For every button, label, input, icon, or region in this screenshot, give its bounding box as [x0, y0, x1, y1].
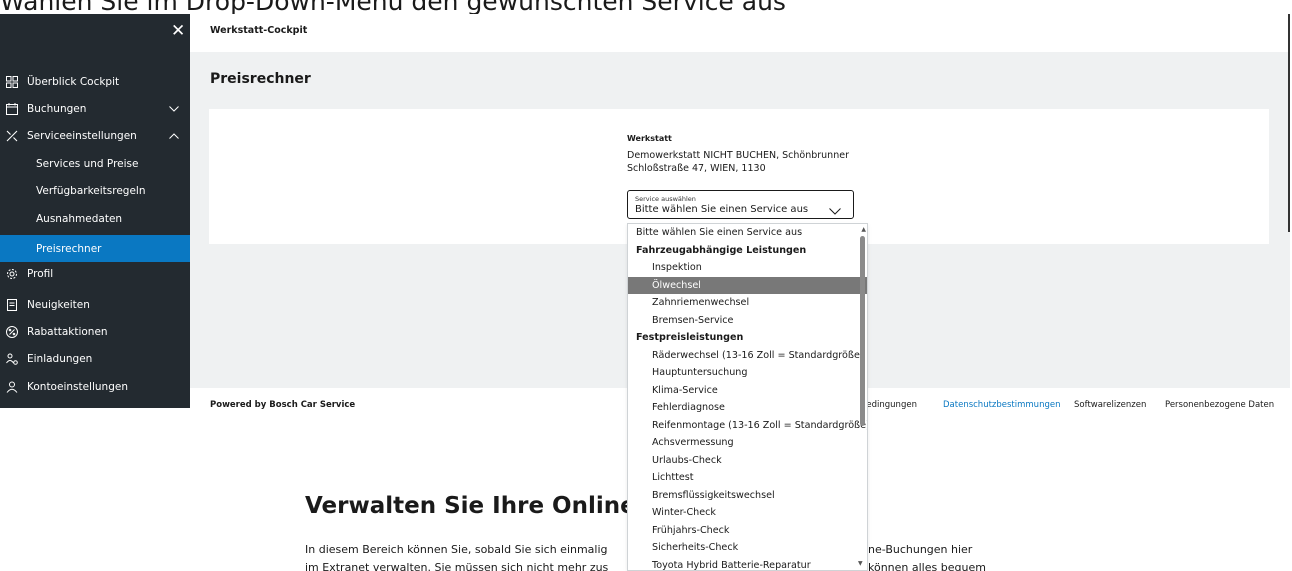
percent-icon	[5, 325, 19, 339]
calendar-icon	[5, 102, 19, 116]
paragraph-line: können alles bequem	[868, 561, 986, 571]
scroll-up-arrow-icon[interactable]: ▲	[861, 226, 866, 233]
dropdown-option[interactable]: Räderwechsel (13-16 Zoll = Standardgröße…	[628, 347, 867, 365]
sidebar-item-account-settings[interactable]: Kontoeinstellungen	[0, 373, 190, 400]
dropdown-option[interactable]: Fehlerdiagnose	[628, 399, 867, 417]
dropdown-group-fixed-price: Festpreisleistungen	[636, 332, 744, 343]
sidebar-item-invitations[interactable]: Einladungen	[0, 345, 190, 372]
user-icon	[5, 380, 19, 394]
chevron-up-icon	[829, 200, 841, 219]
close-icon[interactable]: ✕	[171, 21, 185, 41]
sidebar-item-news[interactable]: Neuigkeiten	[0, 291, 190, 318]
dropdown-option-selected[interactable]: Ölwechsel	[628, 276, 867, 294]
dropdown-option[interactable]: Hauptuntersuchung	[628, 364, 867, 382]
sidebar-item-label: Einladungen	[27, 352, 93, 365]
dropdown-option-placeholder[interactable]: Bitte wählen Sie einen Service aus	[628, 224, 867, 242]
app-title: Werkstatt-Cockpit	[210, 25, 308, 36]
sidebar-item-profile[interactable]: Profil	[0, 260, 190, 287]
sidebar-item-label: Serviceeinstellungen	[27, 129, 137, 142]
dropdown-option[interactable]: Winter-Check	[628, 504, 867, 522]
paragraph-line: ne-Buchungen hier	[868, 543, 973, 556]
sidebar-item-label: Buchungen	[27, 102, 87, 115]
dropdown-option[interactable]: Zahnriemenwechsel	[628, 294, 867, 312]
dropdown-option[interactable]: Sicherheits-Check	[628, 539, 867, 557]
invite-icon	[5, 352, 19, 366]
gear-icon	[5, 267, 19, 281]
sidebar-item-label: Neuigkeiten	[27, 298, 90, 311]
dropdown-option[interactable]: Achsvermessung	[628, 434, 867, 452]
paragraph-line: In diesem Bereich können Sie, sobald Sie…	[305, 543, 608, 556]
service-select[interactable]: Service auswählen Bitte wählen Sie einen…	[627, 190, 854, 219]
chevron-up-icon	[169, 130, 179, 142]
sidebar-item-label: Profil	[27, 267, 54, 280]
sidebar-item-bookings[interactable]: Buchungen	[0, 95, 190, 122]
sidebar-item-availability-rules[interactable]: Verfügbarkeitsregeln	[0, 177, 190, 204]
sidebar-item-label: Ausnahmedaten	[36, 212, 123, 225]
dropdown-option[interactable]: Frühjahrs-Check	[628, 522, 867, 540]
sidebar-item-label: Services und Preise	[36, 157, 139, 170]
dropdown-option[interactable]: Reifenmontage (13-16 Zoll = Standardgröß…	[628, 417, 867, 435]
personal-data-link[interactable]: Personenbezogene Daten	[1165, 400, 1274, 410]
sidebar-item-label: Kontoeinstellungen	[27, 380, 128, 393]
dropdown-option[interactable]: Inspektion	[628, 259, 867, 277]
sidebar-item-label: Preisrechner	[36, 242, 102, 255]
section-title: Verwalten Sie Ihre Online-	[305, 493, 646, 519]
sidebar-item-services-prices[interactable]: Services und Preise	[0, 150, 190, 177]
sidebar-item-exception-dates[interactable]: Ausnahmedaten	[0, 205, 190, 232]
page: Wählen Sie im Drop-Down-Menü den gewünsc…	[0, 0, 1292, 571]
service-select-value: Bitte wählen Sie einen Service aus	[635, 204, 809, 215]
workshop-label: Werkstatt	[627, 134, 672, 143]
service-dropdown-list[interactable]: Bitte wählen Sie einen Service aus Fahrz…	[627, 223, 868, 571]
scroll-down-arrow-icon[interactable]: ▼	[858, 560, 863, 567]
licenses-link[interactable]: Softwarelizenzen	[1074, 400, 1146, 410]
powered-by: Powered by Bosch Car Service	[210, 400, 356, 410]
document-icon	[5, 298, 19, 312]
tools-icon	[5, 129, 19, 143]
workshop-address: Demowerkstatt NICHT BUCHEN, Schönbrunner…	[627, 150, 849, 174]
terms-link[interactable]: bedingungen	[861, 400, 917, 410]
dropdown-scrollbar[interactable]	[860, 236, 865, 426]
sidebar-item-label: Rabattaktionen	[27, 325, 108, 338]
sidebar-item-service-settings[interactable]: Serviceeinstellungen	[0, 122, 190, 149]
sidebar-item-label: Überblick Cockpit	[27, 75, 120, 88]
dropdown-option[interactable]: Toyota Hybrid Batterie-Reparatur	[628, 557, 867, 571]
dropdown-option[interactable]: Klima-Service	[628, 382, 867, 400]
sidebar: ✕ Überblick Cockpit Buchungen Serviceein…	[0, 14, 190, 408]
dropdown-group-vehicle: Fahrzeugabhängige Leistungen	[636, 244, 807, 256]
page-title: Preisrechner	[210, 71, 311, 87]
sidebar-item-overview[interactable]: Überblick Cockpit	[0, 68, 190, 95]
service-select-label: Service auswählen	[635, 195, 696, 203]
dropdown-option[interactable]: Bremsflüssigkeitswechsel	[628, 487, 867, 505]
dropdown-option[interactable]: Urlaubs-Check	[628, 452, 867, 470]
dropdown-option[interactable]: Bremsen-Service	[628, 312, 867, 330]
sidebar-item-label: Verfügbarkeitsregeln	[36, 184, 146, 197]
paragraph-line: im Extranet verwalten. Sie müssen sich n…	[305, 561, 609, 571]
grid-icon	[5, 75, 19, 89]
privacy-link[interactable]: Datenschutzbestimmungen	[943, 400, 1060, 410]
chevron-down-icon	[169, 103, 179, 115]
dropdown-option[interactable]: Lichttest	[628, 469, 867, 487]
sidebar-item-discounts[interactable]: Rabattaktionen	[0, 318, 190, 345]
window-edge	[1288, 14, 1290, 232]
top-bar: Werkstatt-Cockpit	[190, 14, 1290, 52]
sidebar-item-price-calculator[interactable]: Preisrechner	[0, 235, 190, 262]
